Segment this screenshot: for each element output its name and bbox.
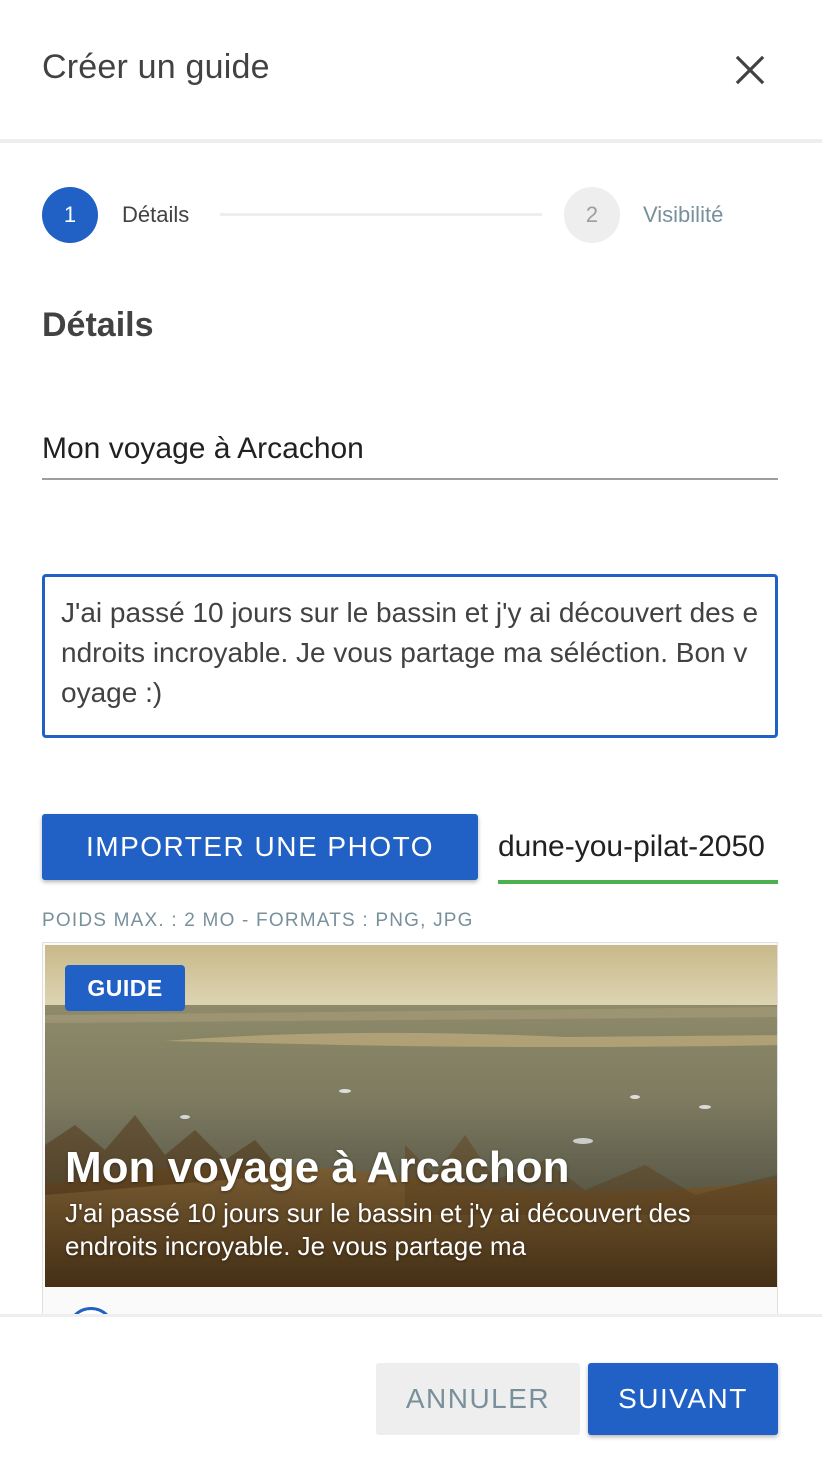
dialog-header: Créer un guide (0, 0, 822, 143)
section-title: Détails (42, 306, 154, 344)
import-photo-button[interactable]: IMPORTER UNE PHOTO (42, 814, 478, 880)
close-icon (735, 55, 765, 85)
close-button[interactable] (728, 48, 772, 92)
create-guide-dialog: Créer un guide 1 Détails 2 Visibilité Dé… (0, 0, 822, 1476)
file-hint: POIDS MAX. : 2 MO - FORMATS : PNG, JPG (42, 910, 474, 931)
preview-description: J'ai passé 10 jours sur le bassin et j'y… (65, 1198, 691, 1261)
dialog-footer: ANNULER SUIVANT (0, 1314, 822, 1476)
dialog-title: Créer un guide (42, 48, 270, 86)
stepper: 1 Détails 2 Visibilité (42, 187, 778, 243)
next-button[interactable]: SUIVANT (588, 1363, 778, 1435)
guide-badge: GUIDE (65, 965, 185, 1011)
preview-title: Mon voyage à Arcachon (65, 1143, 570, 1192)
step-connector (220, 213, 542, 216)
guide-preview-card: GUIDE Mon voyage à Arcachon J'ai passé 1… (42, 942, 778, 1322)
file-name-field[interactable]: dune-you-pilat-2050 (498, 814, 778, 884)
step-label: Visibilité (643, 202, 724, 227)
guide-title-input[interactable] (42, 420, 778, 480)
step-number: 1 (42, 187, 98, 243)
step-label: Détails (122, 202, 190, 227)
cancel-button[interactable]: ANNULER (376, 1363, 580, 1435)
step-number: 2 (564, 187, 620, 243)
guide-description-textarea[interactable]: J'ai passé 10 jours sur le bassin et j'y… (42, 574, 778, 738)
